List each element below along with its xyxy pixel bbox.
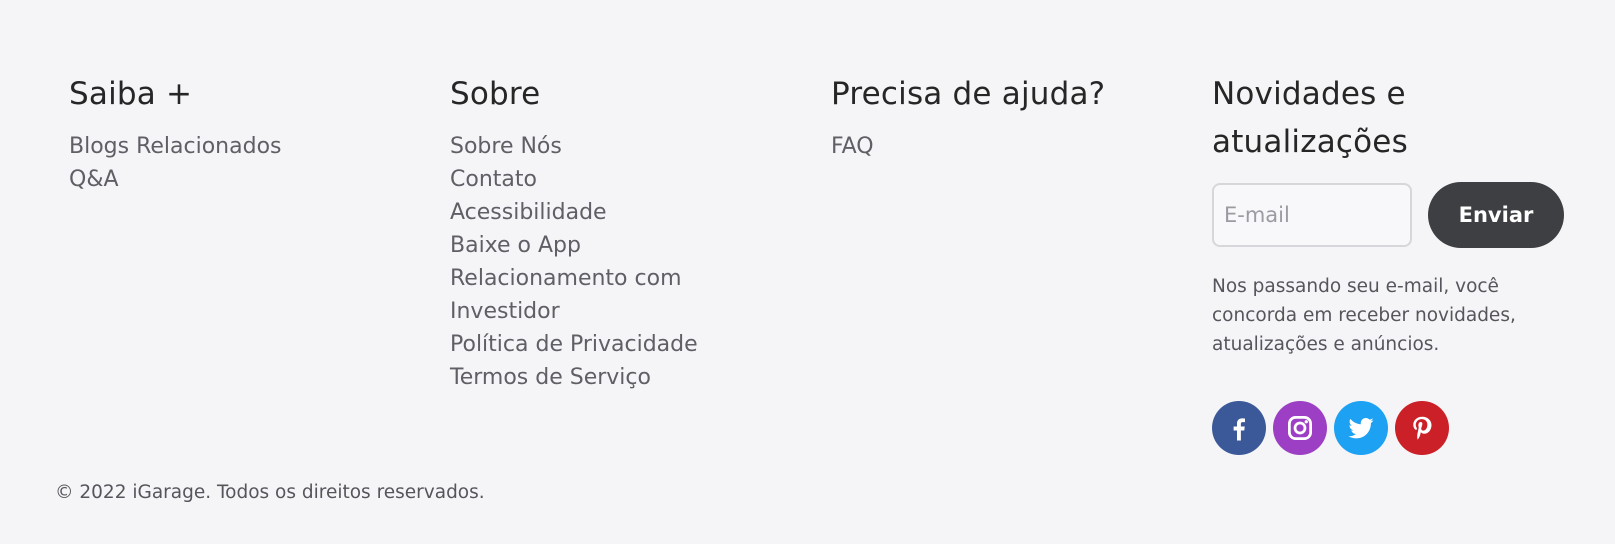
newsletter-note-line2: concorda em receber novidades, [1212,305,1516,326]
twitter-icon [1348,418,1374,439]
link-investor-relations-line2[interactable]: Investidor [450,295,780,328]
link-accessibility[interactable]: Acessibilidade [450,196,780,229]
column-title-help: Precisa de ajuda? [831,76,1106,112]
copyright-text: © 2022 iGarage. Todos os direitos reserv… [55,482,485,503]
link-investor-relations-line1[interactable]: Relacionamento com [450,262,780,295]
facebook-link[interactable] [1212,401,1266,455]
newsletter-title-line1: Novidades e [1212,76,1406,112]
footer-column-learn: Saiba + Blogs Relacionados Q&A [69,70,399,196]
site-footer: Saiba + Blogs Relacionados Q&A Sobre Sob… [0,0,1615,544]
email-input[interactable] [1212,183,1412,247]
pinterest-icon [1413,416,1432,440]
footer-column-about: Sobre Sobre Nós Contato Acessibilidade B… [450,70,780,394]
link-terms-of-service[interactable]: Termos de Serviço [450,361,780,394]
footer-column-newsletter: Novidades e atualizações Enviar Nos pass… [1212,70,1572,455]
column-title-newsletter: Novidades e atualizações [1212,70,1572,166]
pinterest-link[interactable] [1395,401,1449,455]
instagram-link[interactable] [1273,401,1327,455]
send-button[interactable]: Enviar [1428,182,1564,248]
links-help: FAQ [831,130,1171,163]
newsletter-note-line1: Nos passando seu e-mail, você [1212,276,1499,297]
newsletter-title-line2: atualizações [1212,124,1408,160]
instagram-icon [1288,416,1312,440]
newsletter-form: Enviar [1212,182,1572,248]
link-qa[interactable]: Q&A [69,163,399,196]
column-title-learn: Saiba + [69,76,193,112]
footer-column-help: Precisa de ajuda? FAQ [831,70,1171,163]
link-related-blogs[interactable]: Blogs Relacionados [69,130,399,163]
link-download-app[interactable]: Baixe o App [450,229,780,262]
link-faq[interactable]: FAQ [831,130,1171,163]
column-title-about: Sobre [450,76,541,112]
facebook-icon [1233,418,1245,441]
link-privacy-policy[interactable]: Política de Privacidade [450,328,780,361]
newsletter-note: Nos passando seu e-mail, você concorda e… [1212,272,1572,359]
newsletter-note-line3: atualizações e anúncios. [1212,334,1440,355]
twitter-link[interactable] [1334,401,1388,455]
link-contact[interactable]: Contato [450,163,780,196]
link-about-us[interactable]: Sobre Nós [450,130,780,163]
links-about: Sobre Nós Contato Acessibilidade Baixe o… [450,130,780,394]
links-learn: Blogs Relacionados Q&A [69,130,399,196]
social-links [1212,401,1572,455]
